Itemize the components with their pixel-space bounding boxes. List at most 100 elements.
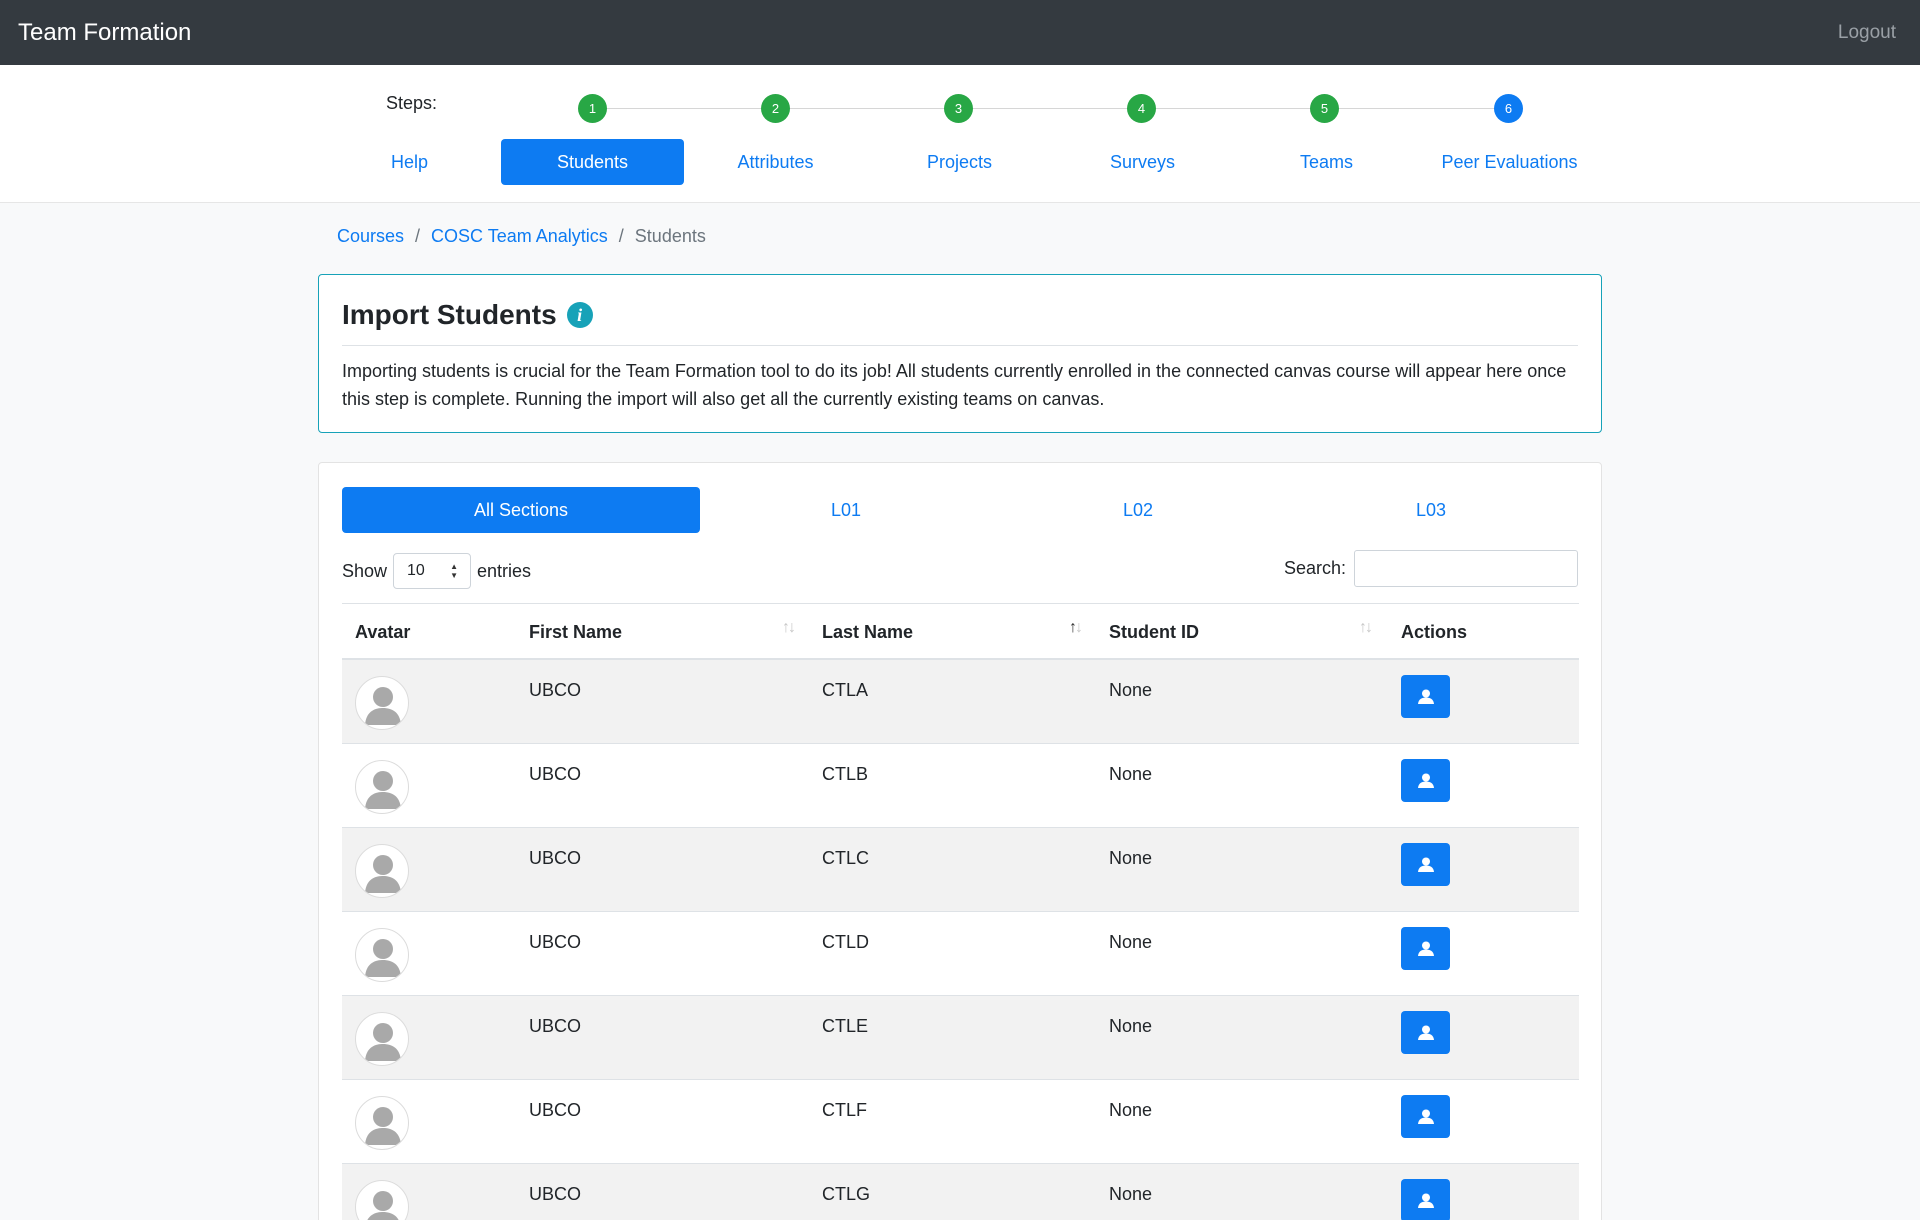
entries-control: Show 10 ▲ ▼ entries (342, 553, 531, 589)
user-profile-icon (1416, 1023, 1436, 1043)
view-student-button[interactable] (1401, 675, 1450, 718)
card-divider (342, 345, 1578, 346)
student-id-cell: None (1109, 932, 1153, 952)
info-icon[interactable]: i (566, 302, 593, 328)
show-label: Show (342, 560, 388, 581)
sort-arrows-icon[interactable]: ↑↓ (1359, 619, 1373, 637)
student-id-cell: None (1109, 1100, 1153, 1120)
step-4-indicator: 4 (1127, 94, 1156, 123)
table-body: UBCO CTLA None UBCO CTLB None UBCO CTLC None UBCO… (342, 660, 1579, 1220)
steps-connector-line (593, 108, 1510, 109)
first-name-cell: UBCO (529, 848, 582, 868)
view-student-button[interactable] (1401, 1095, 1450, 1138)
view-student-button[interactable] (1401, 1179, 1450, 1220)
sort-arrows-icon[interactable]: ↑↓ (782, 619, 796, 637)
step-tab-help[interactable]: Help (318, 139, 501, 185)
last-name-cell: CTLA (822, 680, 869, 700)
table-row: UBCO CTLE None (342, 996, 1579, 1080)
user-profile-icon (1416, 771, 1436, 791)
view-student-button[interactable] (1401, 759, 1450, 802)
first-name-cell: UBCO (529, 680, 582, 700)
step-6-indicator: 6 (1494, 94, 1523, 123)
view-student-button[interactable] (1401, 843, 1450, 886)
table-row: UBCO CTLG None (342, 1164, 1579, 1220)
first-name-cell: UBCO (529, 1100, 582, 1120)
step-tab-surveys[interactable]: Surveys (1051, 139, 1234, 185)
user-silhouette-icon (355, 760, 409, 814)
student-id-cell: None (1109, 1016, 1153, 1036)
search-label: Search: (1283, 558, 1346, 578)
column-header-last-name[interactable]: Last Name (822, 622, 913, 643)
step-2-indicator: 2 (761, 94, 790, 123)
last-name-cell: CTLB (822, 764, 869, 784)
step-tab-attributes[interactable]: Attributes (684, 139, 867, 185)
students-table-card: All Sections L01 L02 L03 Show 10 ▲ ▼ entr… (318, 462, 1602, 1220)
search-input[interactable] (1354, 550, 1578, 587)
user-silhouette-icon (355, 1180, 409, 1220)
user-profile-icon (1416, 1107, 1436, 1127)
user-profile-icon (1416, 687, 1436, 707)
first-name-cell: UBCO (529, 1184, 582, 1204)
entries-value: 10 (407, 562, 425, 579)
sort-ascending-icon[interactable]: ↑↓ (1069, 619, 1083, 637)
student-id-cell: None (1109, 764, 1153, 784)
view-student-button[interactable] (1401, 927, 1450, 970)
entries-select[interactable]: 10 ▲ ▼ (393, 553, 472, 589)
card-description: Importing students is crucial for the Te… (342, 361, 1567, 409)
search-control: Search: (1284, 550, 1578, 587)
user-silhouette-icon (355, 1096, 409, 1150)
breadcrumb-course[interactable]: COSC Team Analytics (431, 226, 608, 247)
last-name-cell: CTLE (822, 1016, 869, 1036)
steps-progress-bar: Steps: 1 2 3 4 5 6 Help Students Attribu… (0, 65, 1920, 203)
last-name-cell: CTLF (822, 1100, 867, 1120)
breadcrumb-current: Students (634, 226, 706, 246)
last-name-cell: CTLG (822, 1184, 871, 1204)
entries-label: entries (477, 560, 532, 581)
user-silhouette-icon (355, 676, 409, 730)
breadcrumb-courses[interactable]: Courses (337, 226, 404, 247)
column-header-actions: Actions (1401, 622, 1468, 642)
logout-link[interactable]: Logout (1838, 22, 1896, 44)
step-tab-projects[interactable]: Projects (868, 139, 1051, 185)
import-students-card: Import Students i Importing students is … (318, 274, 1602, 433)
student-id-cell: None (1109, 1184, 1153, 1204)
app-brand[interactable]: Team Formation (18, 19, 191, 47)
student-id-cell: None (1109, 680, 1153, 700)
breadcrumb-separator: / (415, 226, 421, 246)
table-row: UBCO CTLD None (342, 912, 1579, 996)
column-header-student-id[interactable]: Student ID (1109, 622, 1199, 643)
step-1-indicator: 1 (578, 94, 607, 123)
user-profile-icon (1416, 855, 1436, 875)
user-profile-icon (1416, 1191, 1436, 1211)
table-row: UBCO CTLA None (342, 660, 1579, 744)
view-student-button[interactable] (1401, 1011, 1450, 1054)
breadcrumb-separator: / (618, 226, 624, 246)
user-silhouette-icon (355, 1012, 409, 1066)
column-header-avatar: Avatar (355, 622, 411, 642)
steps-label: Steps: (386, 93, 438, 113)
step-tab-peer-evaluations[interactable]: Peer Evaluations (1418, 139, 1601, 185)
last-name-cell: CTLD (822, 932, 870, 952)
card-title: Import Students (342, 299, 557, 330)
card-title-row: Import Students i (342, 299, 593, 331)
first-name-cell: UBCO (529, 1016, 582, 1036)
first-name-cell: UBCO (529, 932, 582, 952)
step-tab-teams[interactable]: Teams (1235, 139, 1418, 185)
section-tab-all[interactable]: All Sections (342, 487, 700, 533)
user-silhouette-icon (355, 928, 409, 982)
table-row: UBCO CTLC None (342, 828, 1579, 912)
column-header-first-name[interactable]: First Name (529, 622, 622, 643)
step-tab-students[interactable]: Students (501, 139, 684, 185)
table-row: UBCO CTLF None (342, 1080, 1579, 1164)
section-tab-l03[interactable]: L03 (1252, 487, 1610, 533)
user-silhouette-icon (355, 844, 409, 898)
student-id-cell: None (1109, 848, 1153, 868)
select-arrows-icon: ▲ ▼ (450, 562, 459, 580)
step-3-indicator: 3 (944, 94, 973, 123)
breadcrumb: Courses / COSC Team Analytics / Students (337, 226, 706, 247)
first-name-cell: UBCO (529, 764, 582, 784)
table-row: UBCO CTLB None (342, 744, 1579, 828)
user-profile-icon (1416, 939, 1436, 959)
top-navbar: Team Formation Logout (0, 0, 1920, 65)
step-5-indicator: 5 (1310, 94, 1339, 123)
